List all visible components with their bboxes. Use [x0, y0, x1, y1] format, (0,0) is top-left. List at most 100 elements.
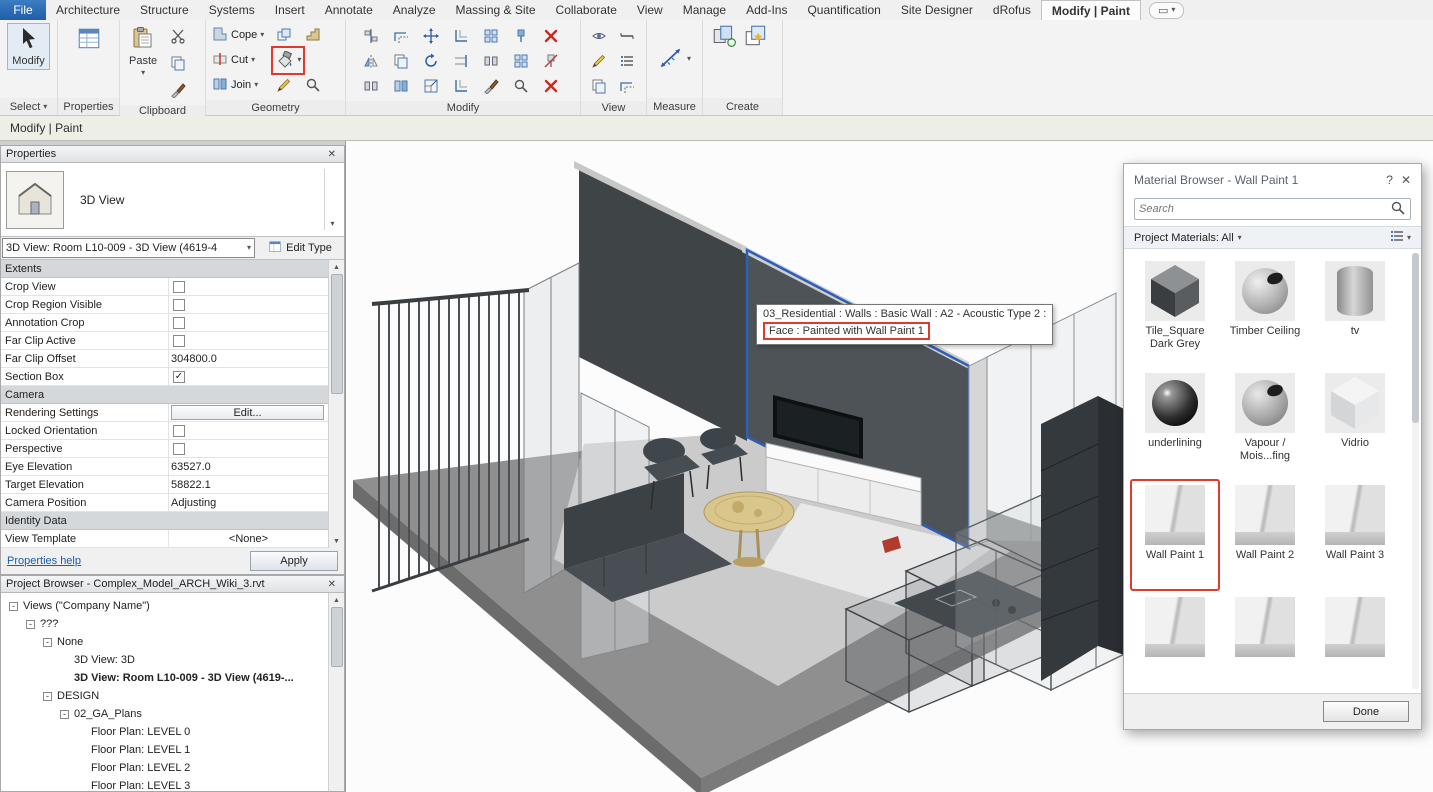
property-value[interactable]	[169, 314, 328, 331]
tree-item[interactable]: -DESIGN	[5, 687, 328, 705]
scroll-down-icon[interactable]: ▼	[329, 534, 344, 548]
property-value[interactable]	[169, 296, 328, 313]
measure-icon[interactable]	[658, 45, 684, 74]
checkbox[interactable]	[173, 317, 185, 329]
type-selector-dropdown[interactable]: ▾	[324, 169, 340, 230]
material-swatch[interactable]	[1130, 591, 1220, 693]
close-icon[interactable]: ✕	[325, 579, 339, 590]
join-icon[interactable]	[388, 73, 414, 98]
type-selector[interactable]: 3D View ▾	[1, 163, 344, 237]
tab-manage[interactable]: Manage	[673, 0, 736, 20]
scrollbar-thumb[interactable]	[1412, 253, 1419, 423]
property-value[interactable]: 58822.1	[169, 476, 328, 493]
property-value[interactable]: <None>	[169, 530, 328, 547]
done-button[interactable]: Done	[1323, 701, 1409, 722]
extend-icon[interactable]	[448, 48, 474, 73]
properties-scrollbar[interactable]: ▲ ▼	[328, 260, 344, 548]
similar-icon[interactable]	[743, 23, 769, 48]
tree-item[interactable]: 3D View: 3D	[5, 651, 328, 669]
match-brush-icon[interactable]	[478, 73, 504, 98]
demolish-icon[interactable]	[271, 73, 297, 98]
split-icon[interactable]	[358, 73, 384, 98]
view-options-button[interactable]: ▾	[1389, 228, 1411, 247]
tab-site-designer[interactable]: Site Designer	[891, 0, 983, 20]
material-swatch[interactable]: tv	[1310, 255, 1400, 367]
split-icon[interactable]	[478, 48, 504, 73]
visibility-icon[interactable]	[586, 23, 612, 48]
tab-structure[interactable]: Structure	[130, 0, 199, 20]
materials-scrollbar[interactable]	[1412, 253, 1419, 689]
tree-item[interactable]: Floor Plan: LEVEL 0	[5, 723, 328, 741]
tree-item[interactable]: -None	[5, 633, 328, 651]
tree-item[interactable]: Floor Plan: LEVEL 3	[5, 777, 328, 791]
material-filter-bar[interactable]: Project Materials: All ▾ ▾	[1124, 226, 1421, 249]
tree-expander-icon[interactable]: -	[26, 620, 35, 629]
match-type-icon[interactable]	[165, 77, 191, 102]
properties-help-link[interactable]: Properties help	[7, 555, 81, 567]
zoom-icon[interactable]	[300, 73, 326, 98]
material-browser-title-bar[interactable]: Material Browser - Wall Paint 1 ? ✕	[1124, 164, 1421, 196]
move-icon[interactable]	[418, 23, 444, 48]
tree-expander-icon[interactable]: -	[43, 638, 52, 647]
close-icon[interactable]: ✕	[325, 149, 339, 160]
material-swatch[interactable]: Vapour / Mois...fing	[1220, 367, 1310, 479]
scrollbar-thumb[interactable]	[331, 274, 343, 394]
apply-button[interactable]: Apply	[250, 551, 338, 571]
delete-icon[interactable]	[538, 73, 564, 98]
property-value[interactable]: 304800.0	[169, 350, 328, 367]
trim-icon[interactable]	[448, 23, 474, 48]
copy-to-clipboard-icon[interactable]	[165, 50, 191, 75]
material-swatch[interactable]: Wall Paint 2	[1220, 479, 1310, 591]
cut-to-clipboard-icon[interactable]	[165, 23, 191, 48]
tab-add-ins[interactable]: Add-Ins	[736, 0, 797, 20]
paint-bucket-icon[interactable]	[275, 48, 295, 73]
material-swatch[interactable]: Timber Ceiling	[1220, 255, 1310, 367]
checkbox[interactable]	[173, 299, 185, 311]
tree-item[interactable]: -???	[5, 615, 328, 633]
material-swatch[interactable]: underlining	[1130, 367, 1220, 479]
magnifier-icon[interactable]	[508, 73, 534, 98]
copy-icon[interactable]	[388, 48, 414, 73]
pin-icon[interactable]	[508, 23, 534, 48]
modify-button[interactable]: Modify	[7, 23, 49, 70]
material-search-input[interactable]	[1139, 203, 1390, 215]
select-panel-label[interactable]: Select ▾	[0, 98, 57, 115]
tab-architecture[interactable]: Architecture	[46, 0, 130, 20]
scrollbar-thumb[interactable]	[331, 607, 343, 667]
chevron-down-icon[interactable]: ▾	[687, 55, 691, 63]
help-icon[interactable]: ?	[1378, 173, 1401, 187]
delete-icon[interactable]	[538, 23, 564, 48]
tab-analyze[interactable]: Analyze	[383, 0, 446, 20]
search-icon[interactable]	[1390, 200, 1406, 219]
section-icon[interactable]	[614, 23, 640, 48]
scroll-up-icon[interactable]: ▲	[329, 260, 344, 274]
tab-collaborate[interactable]: Collaborate	[546, 0, 627, 20]
unpin-icon[interactable]	[538, 48, 564, 73]
tab-massing-site[interactable]: Massing & Site	[446, 0, 546, 20]
property-group-header[interactable]: Extents	[1, 260, 328, 278]
tab-insert[interactable]: Insert	[265, 0, 315, 20]
property-value[interactable]	[169, 332, 328, 349]
tab-systems[interactable]: Systems	[199, 0, 265, 20]
tab-modify-paint[interactable]: Modify | Paint	[1041, 0, 1141, 20]
copy-icon[interactable]	[586, 73, 612, 98]
tab-annotate[interactable]: Annotate	[315, 0, 383, 20]
cut-button[interactable]: Cut ▾	[210, 48, 266, 72]
material-swatch[interactable]	[1220, 591, 1310, 693]
tree-item[interactable]: -Views ("Company Name")	[5, 597, 328, 615]
material-swatch[interactable]: Wall Paint 1	[1130, 479, 1220, 591]
tab-quantification[interactable]: Quantification	[797, 0, 890, 20]
scroll-up-icon[interactable]: ▲	[329, 593, 344, 607]
beam-cope-icon[interactable]	[300, 23, 326, 48]
material-swatch[interactable]: Wall Paint 3	[1310, 479, 1400, 591]
tab-drofus[interactable]: dRofus	[983, 0, 1041, 20]
view-selector-combo[interactable]: 3D View: Room L10-009 - 3D View (4619-4 …	[2, 238, 255, 258]
offset-icon[interactable]	[388, 23, 414, 48]
wall-opening-icon[interactable]	[271, 23, 297, 48]
property-group-header[interactable]: Identity Data	[1, 512, 328, 530]
property-value[interactable]: Edit...	[169, 404, 328, 421]
edit-button[interactable]: Edit...	[171, 405, 324, 420]
tree-item[interactable]: 3D View: Room L10-009 - 3D View (4619-..…	[5, 669, 328, 687]
material-swatch[interactable]	[1310, 591, 1400, 693]
tree-expander-icon[interactable]: -	[9, 602, 18, 611]
